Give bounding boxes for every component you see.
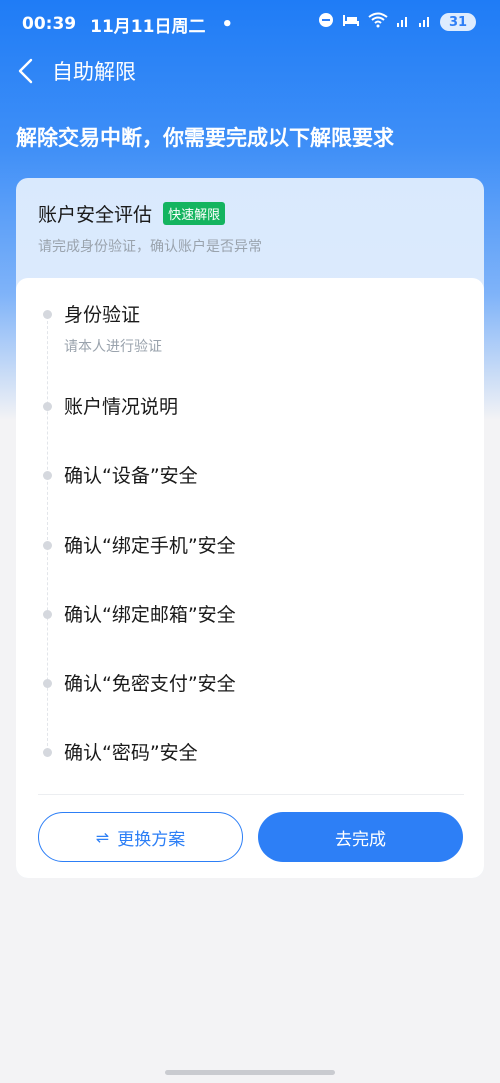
step-label: 确认“绑定邮箱”安全 — [64, 604, 236, 626]
status-bar: 00:39 11月11日周二 • 31 — [0, 0, 500, 48]
step-dot — [43, 402, 52, 411]
step-dot — [43, 679, 52, 688]
signal-icon — [396, 13, 410, 31]
status-dot: • — [221, 13, 233, 35]
card-title: 账户安全评估 — [38, 204, 153, 226]
step-label: 确认“设备”安全 — [64, 465, 198, 487]
nav-bar: 自助解限 — [0, 48, 500, 94]
battery-icon: 31 — [440, 13, 476, 31]
step-dot — [43, 541, 52, 550]
step-label: 确认“免密支付”安全 — [64, 673, 236, 695]
step-label: 账户情况说明 — [64, 396, 179, 418]
wifi-icon — [368, 12, 388, 32]
swap-icon: ⇌ — [95, 827, 110, 847]
status-time: 00:39 — [22, 14, 77, 34]
step-dot — [43, 748, 52, 757]
switch-plan-button[interactable]: ⇌ 更换方案 — [38, 812, 243, 862]
step-label: 确认“绑定手机”安全 — [64, 535, 236, 557]
steps-panel: 身份验证 请本人进行验证 账户情况说明 确认“设备”安全 确认“绑定手机”安全 … — [16, 278, 484, 878]
signal-icon — [418, 13, 432, 31]
unlock-card: 账户安全评估 快速解限 请完成身份验证，确认账户是否异常 身份验证 请本人进行验… — [16, 178, 484, 878]
card-header: 账户安全评估 快速解限 — [38, 200, 226, 227]
step-dot — [43, 471, 52, 480]
step-desc: 请本人进行验证 — [64, 339, 162, 355]
status-date: 11月11日周二 — [90, 16, 206, 37]
headline: 解除交易中断，你需要完成以下解限要求 — [16, 126, 394, 150]
page-title: 自助解限 — [52, 60, 136, 84]
dnd-icon — [318, 12, 334, 32]
status-icons: 31 — [318, 12, 476, 32]
go-complete-button[interactable]: 去完成 — [258, 812, 463, 862]
step-dot — [43, 310, 52, 319]
step-label: 身份验证 — [64, 304, 141, 326]
bed-icon — [342, 13, 360, 31]
home-indicator[interactable] — [165, 1070, 335, 1075]
step-dot — [43, 610, 52, 619]
switch-plan-label: 更换方案 — [117, 829, 186, 850]
divider — [38, 794, 464, 795]
card-subtitle: 请完成身份验证，确认账户是否异常 — [38, 239, 262, 255]
step-label: 确认“密码”安全 — [64, 742, 198, 764]
back-arrow-icon[interactable] — [16, 58, 36, 84]
quick-unlock-badge: 快速解限 — [163, 202, 226, 225]
